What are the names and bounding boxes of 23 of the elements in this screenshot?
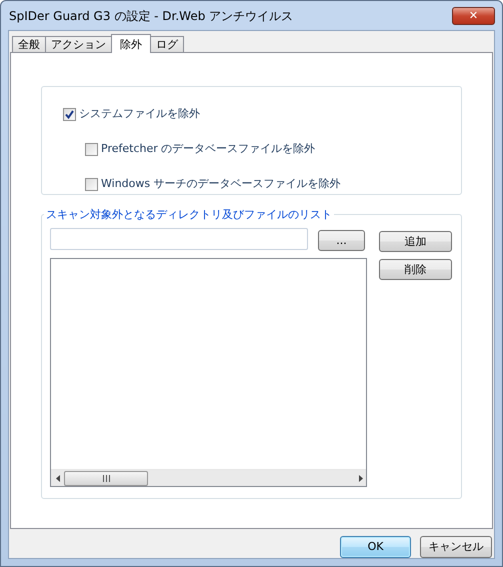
checkbox[interactable] xyxy=(63,108,76,121)
tab[interactable]: 除外 xyxy=(111,34,151,53)
horizontal-scrollbar[interactable] xyxy=(51,469,366,486)
scroll-left-icon[interactable] xyxy=(55,474,62,482)
checkbox-label[interactable]: Prefetcher のデータベースファイルを除外 xyxy=(101,141,316,158)
path-field[interactable] xyxy=(50,228,308,250)
tab[interactable]: 全般 xyxy=(12,36,46,52)
close-button[interactable]: ✕ xyxy=(452,6,495,24)
ok-button[interactable]: OK xyxy=(340,536,411,558)
group-title: スキャン対象外となるディレクトリ及びファイルのリスト xyxy=(44,207,334,222)
browse-button[interactable]: ... xyxy=(318,230,365,251)
checkbox[interactable] xyxy=(85,143,98,156)
add-button[interactable]: 追加 xyxy=(379,231,452,252)
tab[interactable]: アクション xyxy=(45,36,112,52)
checkbox-label[interactable]: Windows サーチのデータベースファイルを除外 xyxy=(101,176,341,193)
checkbox[interactable] xyxy=(85,178,98,191)
remove-button[interactable]: 削除 xyxy=(379,259,452,280)
scroll-thumb[interactable] xyxy=(64,470,148,486)
checkbox-label[interactable]: システムファイルを除外 xyxy=(79,106,200,123)
scroll-right-icon[interactable] xyxy=(357,474,364,482)
cancel-button[interactable]: キャンセル xyxy=(420,536,492,558)
tab[interactable]: ログ xyxy=(150,36,184,52)
window-title: SpIDer Guard G3 の設定 - Dr.Web アンチウイルス xyxy=(8,8,294,24)
